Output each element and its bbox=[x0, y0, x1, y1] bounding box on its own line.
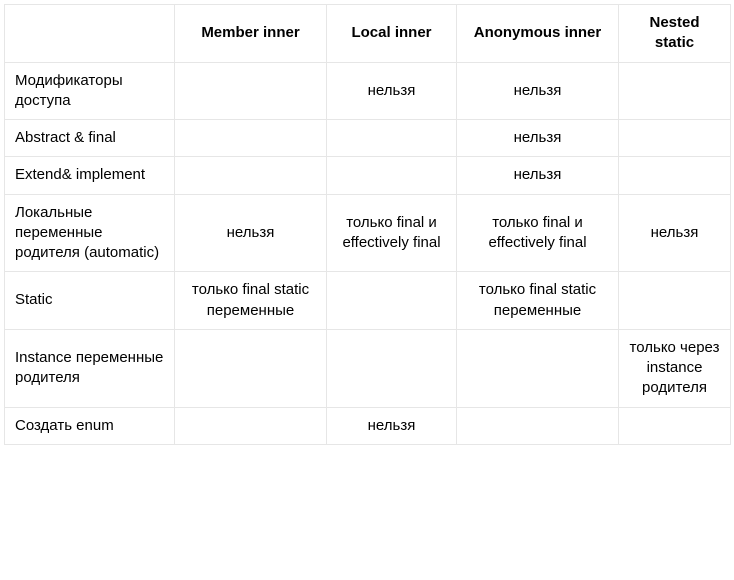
cell bbox=[175, 157, 327, 194]
row-label: Создать enum bbox=[5, 407, 175, 444]
cell: только final и effectively final bbox=[327, 194, 457, 272]
table-header-row: Member inner Local inner Anonymous inner… bbox=[5, 5, 731, 63]
cell: нельзя bbox=[327, 62, 457, 120]
table-row: Модификаторы доступа нельзя нельзя bbox=[5, 62, 731, 120]
row-label: Модификаторы доступа bbox=[5, 62, 175, 120]
cell bbox=[619, 407, 731, 444]
cell bbox=[175, 407, 327, 444]
row-label: Локальные переменные родителя (automatic… bbox=[5, 194, 175, 272]
col-header-nested-static: Nested static bbox=[619, 5, 731, 63]
table-row: Abstract & final нельзя bbox=[5, 120, 731, 157]
inner-classes-table: Member inner Local inner Anonymous inner… bbox=[4, 4, 731, 445]
cell bbox=[327, 120, 457, 157]
cell bbox=[457, 329, 619, 407]
cell bbox=[619, 120, 731, 157]
cell bbox=[619, 157, 731, 194]
cell: нельзя bbox=[457, 120, 619, 157]
row-label: Extend& implement bbox=[5, 157, 175, 194]
table-row: Создать enum нельзя bbox=[5, 407, 731, 444]
cell bbox=[327, 157, 457, 194]
cell: только final и effectively final bbox=[457, 194, 619, 272]
cell: нельзя bbox=[457, 157, 619, 194]
cell bbox=[619, 272, 731, 330]
row-label: Abstract & final bbox=[5, 120, 175, 157]
row-label: Instance переменные родителя bbox=[5, 329, 175, 407]
cell: нельзя bbox=[619, 194, 731, 272]
col-header-anonymous-inner: Anonymous inner bbox=[457, 5, 619, 63]
cell bbox=[327, 272, 457, 330]
cell bbox=[457, 407, 619, 444]
cell: нельзя bbox=[457, 62, 619, 120]
cell bbox=[175, 329, 327, 407]
col-header-member-inner: Member inner bbox=[175, 5, 327, 63]
cell bbox=[327, 329, 457, 407]
cell: только final static переменные bbox=[175, 272, 327, 330]
cell: только через instance родителя bbox=[619, 329, 731, 407]
cell: нельзя bbox=[175, 194, 327, 272]
row-label: Static bbox=[5, 272, 175, 330]
table-row: Static только final static переменные то… bbox=[5, 272, 731, 330]
cell bbox=[175, 62, 327, 120]
cell: нельзя bbox=[327, 407, 457, 444]
table-row: Extend& implement нельзя bbox=[5, 157, 731, 194]
col-header-empty bbox=[5, 5, 175, 63]
cell bbox=[175, 120, 327, 157]
cell: только final static переменные bbox=[457, 272, 619, 330]
table-row: Локальные переменные родителя (automatic… bbox=[5, 194, 731, 272]
col-header-local-inner: Local inner bbox=[327, 5, 457, 63]
cell bbox=[619, 62, 731, 120]
table-row: Instance переменные родителя только чере… bbox=[5, 329, 731, 407]
